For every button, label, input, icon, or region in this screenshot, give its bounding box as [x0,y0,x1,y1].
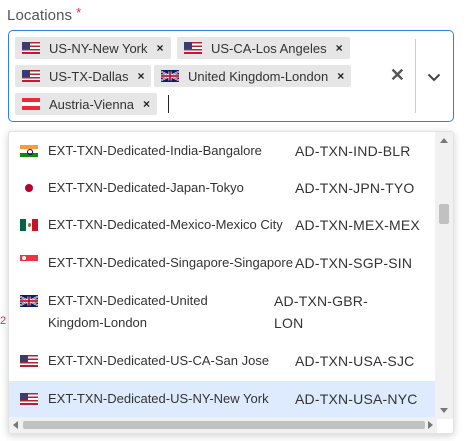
option-code: AD-TXN-JPN-TYO [295,180,415,196]
locations-dropdown-menu: EXT-TXN-Dedicated-India-Bangalore AD-TXN… [8,131,454,434]
clear-icon[interactable]: ✕ [390,65,405,86]
uk-flag-icon [20,295,38,307]
option-code: AD-TXN-SGP-SIN [295,255,413,271]
chip-united-kingdom-london: United Kingdom-London × [154,65,352,87]
chip-label: Austria-Vienna [49,96,135,112]
us-flag-icon [184,42,202,54]
scroll-right-icon[interactable] [428,421,433,429]
locations-label: Locations * [7,5,82,24]
mexico-flag-icon [20,219,38,231]
option-us-ca-san-jose[interactable]: EXT-TXN-Dedicated-US-CA-San Jose AD-TXN-… [9,350,437,374]
option-united-kingdom-london[interactable]: EXT-TXN-Dedicated-United Kingdom-London … [9,290,437,338]
chip-label: United Kingdom-London [188,68,329,84]
required-marker: * [76,5,82,20]
scroll-down-icon[interactable] [440,408,448,413]
horizontal-scroll-thumb[interactable] [23,421,425,429]
option-label: EXT-TXN-Dedicated-Singapore-Singapore [48,255,293,270]
option-singapore-singapore[interactable]: EXT-TXN-Dedicated-Singapore-Singapore AD… [9,252,437,276]
option-code: AD-TXN-IND-BLR [295,143,411,159]
horizontal-scrollbar[interactable] [9,417,437,433]
option-label: EXT-TXN-Dedicated-Japan-Tokyo [48,180,244,195]
us-flag-icon [22,70,40,82]
chip-label: US-NY-New York [49,40,148,56]
option-japan-tokyo[interactable]: EXT-TXN-Dedicated-Japan-Tokyo AD-TXN-JPN… [9,177,437,201]
us-flag-icon [20,355,38,367]
chip-label: US-CA-Los Angeles [211,40,327,56]
option-label: EXT-TXN-Dedicated-United Kingdom-London [48,293,208,330]
remove-chip-icon[interactable]: × [337,69,344,83]
indicator-separator [415,39,416,113]
chevron-down-icon[interactable] [427,69,441,87]
option-label: EXT-TXN-Dedicated-US-NY-New York [48,391,269,406]
us-flag-icon [22,42,40,54]
option-code: AD-TXN-GBR-LON [274,293,368,331]
locations-label-text: Locations [7,7,73,24]
option-mexico-mexico-city[interactable]: EXT-TXN-Dedicated-Mexico-Mexico City AD-… [9,214,437,238]
option-label: EXT-TXN-Dedicated-India-Bangalore [48,143,262,158]
vertical-scrollbar[interactable] [435,132,453,419]
remove-chip-icon[interactable]: × [336,41,343,55]
remove-chip-icon[interactable]: × [157,41,164,55]
austria-flag-icon [22,98,40,110]
option-code: AD-TXN-USA-NYC [295,391,418,407]
chip-us-ny-new-york: US-NY-New York × [15,37,171,59]
scroll-left-icon[interactable] [13,421,18,429]
japan-flag-icon [20,182,38,194]
option-label: EXT-TXN-Dedicated-Mexico-Mexico City [48,217,283,232]
option-code: AD-TXN-USA-SJC [295,353,415,369]
singapore-flag-icon [20,255,38,267]
uk-flag-icon [161,70,179,82]
chip-austria-vienna: Austria-Vienna × [15,93,158,115]
scroll-up-icon[interactable] [440,138,448,143]
chip-us-tx-dallas: US-TX-Dallas × [15,65,152,87]
remove-chip-icon[interactable]: × [137,69,144,83]
chip-label: US-TX-Dallas [49,68,129,84]
remove-chip-icon[interactable]: × [143,97,150,111]
side-marker: 2 [0,315,7,327]
option-label: EXT-TXN-Dedicated-US-CA-San Jose [48,353,270,368]
option-india-bangalore[interactable]: EXT-TXN-Dedicated-India-Bangalore AD-TXN… [9,140,437,164]
chip-us-ca-los-angeles: US-CA-Los Angeles × [177,37,350,59]
us-flag-icon [20,393,38,405]
text-cursor[interactable] [168,95,169,113]
india-flag-icon [20,145,38,157]
locations-multiselect[interactable]: US-NY-New York × US-CA-Los Angeles × US-… [8,30,454,122]
option-us-ny-new-york[interactable]: EXT-TXN-Dedicated-US-NY-New York AD-TXN-… [9,381,437,417]
option-code: AD-TXN-MEX-MEX [295,217,420,233]
vertical-scroll-thumb[interactable] [439,204,449,224]
